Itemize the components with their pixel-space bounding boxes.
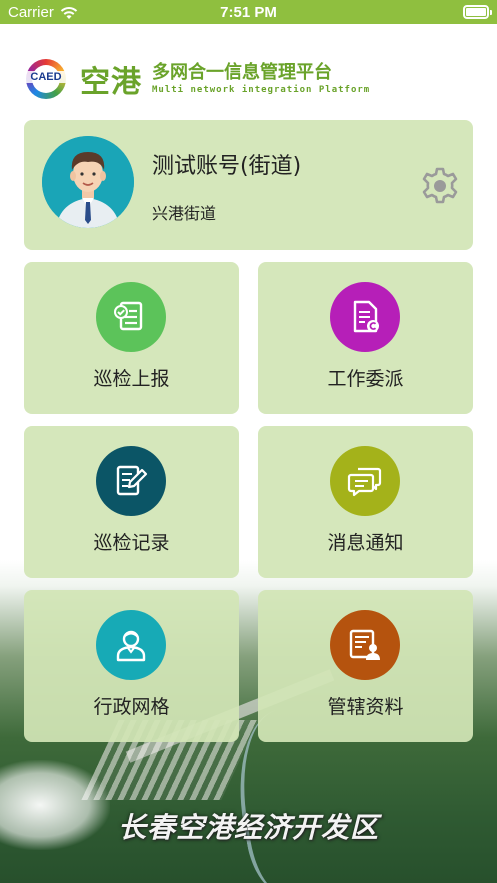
menu-tile-inspection-records[interactable]: 巡检记录 — [24, 426, 239, 578]
menu-tile-admin-grid[interactable]: 行政网格 — [24, 590, 239, 742]
clock: 7:51 PM — [220, 4, 277, 21]
caed-logo: CAED — [22, 57, 70, 101]
menu-tile-label: 行政网格 — [93, 696, 170, 718]
checklist-icon — [114, 301, 143, 331]
chat-bubbles-icon — [347, 467, 382, 497]
user-avatar-icon — [42, 136, 134, 228]
menu-tile-label: 工作委派 — [327, 368, 404, 390]
document-edit-icon — [116, 465, 148, 496]
brand-subtitle: 多网合一信息管理平台 Multi network integration Pla… — [152, 62, 370, 96]
menu-tile-notifications[interactable]: 消息通知 — [258, 426, 473, 578]
menu-tile-label: 管辖资料 — [327, 696, 404, 718]
account-name: 测试账号(街道) — [152, 154, 302, 179]
document-copyright-icon — [353, 300, 379, 333]
menu-tile-label: 巡检记录 — [93, 532, 170, 554]
battery-icon — [463, 5, 492, 19]
menu-tile-jurisdiction-data[interactable]: 管辖资料 — [258, 590, 473, 742]
status-bar: Carrier 7:51 PM — [0, 0, 497, 24]
menu-icon-circle — [96, 610, 166, 680]
avatar — [42, 136, 134, 228]
user-icon — [116, 630, 146, 662]
menu-tile-label: 巡检上报 — [93, 368, 170, 390]
zone-title: 长春空港经济开发区 — [117, 811, 379, 844]
gear-icon[interactable] — [416, 162, 464, 210]
profile-card[interactable]: 测试账号(街道) 兴港街道 — [24, 120, 473, 250]
menu-icon-circle — [96, 446, 166, 516]
account-street: 兴港街道 — [152, 204, 217, 223]
menu-icon-circle — [96, 282, 166, 352]
profile-document-icon — [349, 629, 380, 660]
brand-subtitle-en: Multi network integration Platform — [152, 85, 371, 95]
app-header: CAED 空港 多网合一信息管理平台 Multi network integra… — [22, 57, 370, 101]
brand-subtitle-cn: 多网合一信息管理平台 — [152, 62, 332, 83]
brand-title: 空港 — [80, 65, 142, 100]
menu-tile-work-assignment[interactable]: 工作委派 — [258, 262, 473, 414]
menu-tile-inspection-report[interactable]: 巡检上报 — [24, 262, 239, 414]
menu-icon-circle — [330, 610, 400, 680]
menu-tile-label: 消息通知 — [327, 532, 404, 554]
logo-text: CAED — [22, 71, 70, 83]
menu-icon-circle — [330, 446, 400, 516]
menu-icon-circle — [330, 282, 400, 352]
